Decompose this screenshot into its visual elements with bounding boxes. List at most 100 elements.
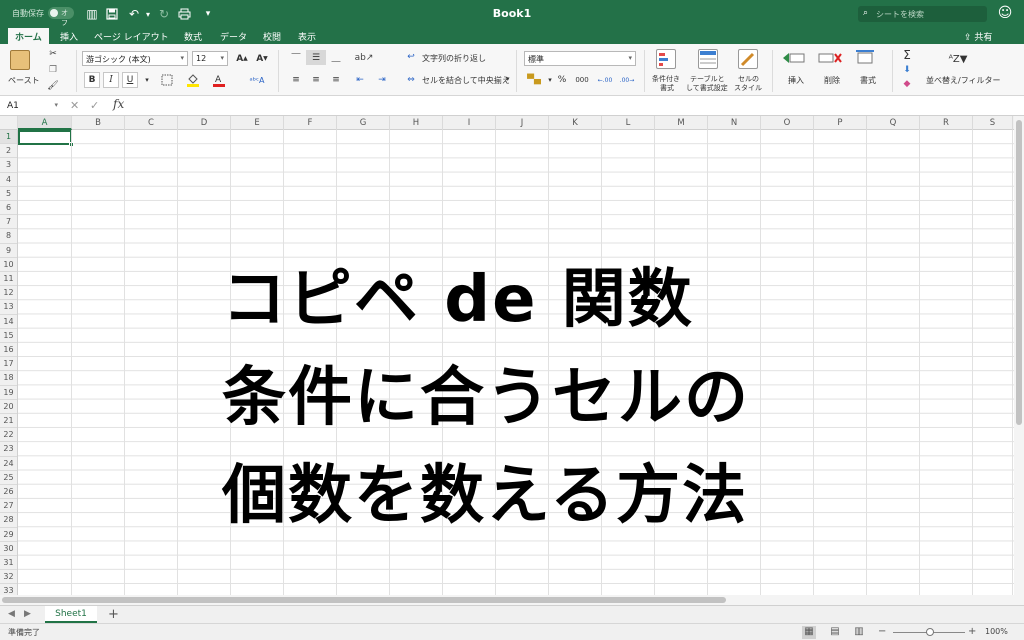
cell-style-label-2[interactable]: スタイル: [734, 83, 762, 93]
horizontal-scroll-thumb[interactable]: [2, 597, 726, 603]
align-center-icon[interactable]: ≡: [306, 72, 326, 87]
row-header-20[interactable]: 20: [0, 400, 17, 414]
format-painter-icon[interactable]: 🖌: [46, 79, 60, 93]
zoom-in-icon[interactable]: +: [968, 626, 976, 637]
increase-indent-icon[interactable]: ⇥: [372, 72, 392, 87]
font-color-icon[interactable]: A: [210, 72, 228, 88]
underline-button[interactable]: U: [122, 72, 138, 88]
feedback-smiley-icon[interactable]: ☺: [996, 5, 1014, 23]
copy-icon[interactable]: ❐: [46, 63, 60, 77]
tab-page-layout[interactable]: ページ レイアウト: [94, 30, 169, 43]
format-cells-icon[interactable]: [854, 50, 876, 66]
table-label-2[interactable]: して書式設定: [686, 83, 728, 93]
row-header-4[interactable]: 4: [0, 173, 17, 187]
row-header-2[interactable]: 2: [0, 144, 17, 159]
accounting-dropdown-icon[interactable]: ▾: [546, 72, 554, 88]
row-header-14[interactable]: 14: [0, 315, 17, 329]
column-header-e[interactable]: E: [231, 116, 284, 130]
column-header-k[interactable]: K: [549, 116, 602, 130]
row-header-19[interactable]: 19: [0, 386, 17, 400]
delete-label[interactable]: 削除: [824, 75, 840, 86]
zoom-slider-knob[interactable]: [926, 628, 934, 636]
row-header-3[interactable]: 3: [0, 158, 17, 173]
page-layout-view-icon[interactable]: ▤: [828, 626, 842, 639]
font-size-select[interactable]: 12 ▾: [192, 51, 228, 66]
insert-cells-icon[interactable]: [782, 50, 806, 66]
increase-decimal-icon[interactable]: ←.00: [596, 72, 614, 88]
horizontal-scrollbar[interactable]: [0, 595, 1024, 605]
row-header-13[interactable]: 13: [0, 300, 17, 315]
paste-icon[interactable]: [10, 50, 30, 70]
row-header-23[interactable]: 23: [0, 442, 17, 457]
format-as-table-icon[interactable]: [698, 49, 718, 69]
sheet-search-input[interactable]: ⌕ シートを検索: [858, 6, 987, 22]
column-header-s[interactable]: S: [973, 116, 1013, 130]
clear-icon[interactable]: ◆: [900, 78, 914, 90]
tab-insert[interactable]: 挿入: [60, 30, 78, 43]
sheet-tab-sheet1[interactable]: Sheet1: [45, 606, 97, 623]
row-header-6[interactable]: 6: [0, 201, 17, 216]
italic-button[interactable]: I: [103, 72, 119, 88]
merge-dropdown-icon[interactable]: ▾: [506, 75, 510, 83]
column-header-h[interactable]: H: [390, 116, 443, 130]
column-header-g[interactable]: G: [337, 116, 390, 130]
formula-input[interactable]: [130, 99, 1010, 113]
delete-cells-icon[interactable]: [818, 50, 842, 66]
conditional-format-icon[interactable]: [656, 49, 676, 69]
column-header-a[interactable]: A: [18, 116, 72, 130]
align-right-icon[interactable]: ≡: [326, 72, 346, 87]
cancel-icon[interactable]: ✕: [70, 99, 79, 112]
column-header-n[interactable]: N: [708, 116, 761, 130]
column-header-o[interactable]: O: [761, 116, 814, 130]
row-header-11[interactable]: 11: [0, 272, 17, 287]
fill-icon[interactable]: ⬇: [900, 64, 914, 76]
column-header-f[interactable]: F: [284, 116, 337, 130]
selected-cell-a1[interactable]: [18, 130, 74, 147]
row-header-27[interactable]: 27: [0, 499, 17, 514]
borders-icon[interactable]: [158, 72, 176, 88]
number-format-select[interactable]: 標準 ▾: [524, 51, 636, 66]
align-left-icon[interactable]: ≡: [286, 72, 306, 87]
phonetic-guide-icon[interactable]: ᵃᵇᶜA: [244, 72, 270, 88]
bold-button[interactable]: B: [84, 72, 100, 88]
underline-dropdown-icon[interactable]: ▾: [142, 72, 152, 88]
wrap-text-button[interactable]: 文字列の折り返し: [422, 53, 486, 64]
cut-icon[interactable]: ✂: [46, 47, 60, 61]
cond-format-label-2[interactable]: 書式: [660, 83, 674, 93]
format-label[interactable]: 書式: [860, 75, 876, 86]
decrease-indent-icon[interactable]: ⇤: [350, 72, 370, 87]
decrease-font-icon[interactable]: A ▼: [254, 51, 270, 66]
prev-sheet-icon[interactable]: ◀: [8, 609, 15, 619]
row-header-5[interactable]: 5: [0, 187, 17, 201]
align-middle-icon[interactable]: ☰: [306, 50, 326, 65]
column-header-d[interactable]: D: [178, 116, 231, 130]
font-name-select[interactable]: 游ゴシック (本文) ▾: [82, 51, 188, 66]
increase-font-icon[interactable]: A ▲: [234, 51, 250, 66]
column-header-c[interactable]: C: [125, 116, 178, 130]
insert-function-button[interactable]: fx: [113, 97, 124, 111]
tab-data[interactable]: データ: [220, 30, 247, 43]
tab-home[interactable]: ホーム: [8, 28, 49, 44]
row-header-24[interactable]: 24: [0, 457, 17, 471]
row-header-1[interactable]: 1: [0, 130, 17, 145]
page-break-view-icon[interactable]: ▥: [852, 626, 866, 639]
percent-button[interactable]: %: [554, 72, 570, 88]
row-header-18[interactable]: 18: [0, 371, 17, 386]
vertical-scrollbar[interactable]: [1014, 116, 1024, 595]
select-all-corner[interactable]: [0, 116, 18, 130]
align-bottom-icon[interactable]: ⎽: [326, 50, 346, 65]
row-header-21[interactable]: 21: [0, 414, 17, 429]
row-header-32[interactable]: 32: [0, 570, 17, 585]
autosum-icon[interactable]: Σ: [900, 48, 914, 62]
add-sheet-icon[interactable]: +: [108, 607, 119, 622]
row-header-9[interactable]: 9: [0, 244, 17, 258]
row-header-15[interactable]: 15: [0, 329, 17, 343]
fill-color-icon[interactable]: [184, 72, 202, 88]
column-header-i[interactable]: I: [443, 116, 496, 130]
row-header-25[interactable]: 25: [0, 471, 17, 485]
row-header-30[interactable]: 30: [0, 542, 17, 556]
column-header-b[interactable]: B: [72, 116, 125, 130]
paste-label[interactable]: ペースト: [8, 75, 40, 86]
tab-view[interactable]: 表示: [298, 30, 316, 43]
normal-view-icon[interactable]: ▦: [802, 626, 816, 639]
